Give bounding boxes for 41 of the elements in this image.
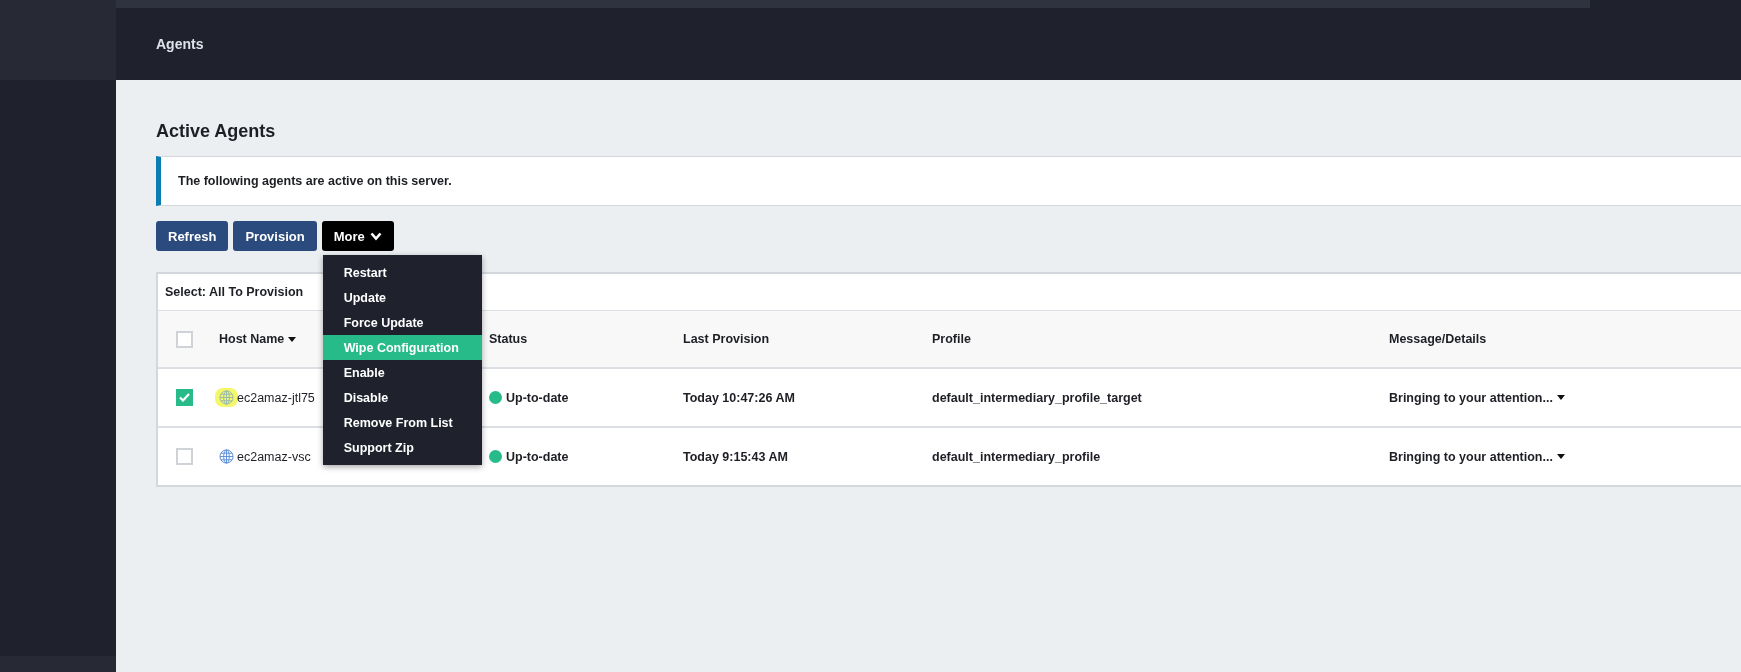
status-dot xyxy=(489,450,502,463)
menu-item[interactable]: Disable xyxy=(322,385,482,410)
toolbar-button[interactable]: Provision xyxy=(233,221,317,251)
column-header[interactable]: Profile xyxy=(932,332,1389,346)
host-name: ec2amaz-jtl75 xyxy=(237,390,315,405)
menu-item[interactable]: Remove From List xyxy=(322,410,482,435)
column-header[interactable]: Last Provision xyxy=(683,332,932,346)
status-dot xyxy=(489,391,502,404)
more-button[interactable]: More xyxy=(321,221,394,251)
table-cell-text: Today 9:15:43 AM xyxy=(683,449,789,464)
globe-icon xyxy=(219,390,234,405)
menu-item[interactable]: Update xyxy=(322,285,482,310)
table-cell-text: Today 10:47:26 AM xyxy=(683,390,796,405)
message-text: Bringing to your attention... xyxy=(1389,449,1553,464)
column-header[interactable]: Status xyxy=(489,332,683,346)
checkmark-icon xyxy=(179,393,190,402)
menu-item[interactable]: Force Update xyxy=(322,310,482,335)
menu-item[interactable]: Support Zip xyxy=(322,435,482,460)
globe-icon xyxy=(219,449,234,464)
status-text: Up-to-date xyxy=(506,390,569,405)
select-all-checkbox[interactable] xyxy=(176,330,193,348)
table-cell-text: default_intermediary_profile_target xyxy=(932,390,1143,405)
chevron-down-icon xyxy=(369,231,382,241)
section-title: Active Agents xyxy=(156,121,277,142)
select-label: Select: All To Provision xyxy=(165,285,304,299)
table-cell-text: default_intermediary_profile xyxy=(932,449,1102,464)
row-checkbox[interactable] xyxy=(176,448,193,465)
row-checkbox[interactable] xyxy=(176,389,193,406)
caret-icon xyxy=(1556,454,1565,459)
host-name: ec2amaz-vsc xyxy=(237,449,311,464)
menu-item[interactable]: Enable xyxy=(322,360,482,385)
info-text: The following agents are active on this server. xyxy=(178,174,452,188)
column-header[interactable]: Message/Details xyxy=(1389,332,1741,346)
column-header[interactable]: Host Name xyxy=(219,332,285,346)
page-header-title: Agents xyxy=(156,36,204,52)
toolbar-button[interactable]: Refresh xyxy=(156,221,229,251)
status-text: Up-to-date xyxy=(506,449,569,464)
message-text: Bringing to your attention... xyxy=(1389,390,1553,405)
caret-icon xyxy=(1556,395,1565,400)
sort-caret-icon xyxy=(288,336,297,342)
menu-item[interactable]: Restart xyxy=(322,260,482,285)
